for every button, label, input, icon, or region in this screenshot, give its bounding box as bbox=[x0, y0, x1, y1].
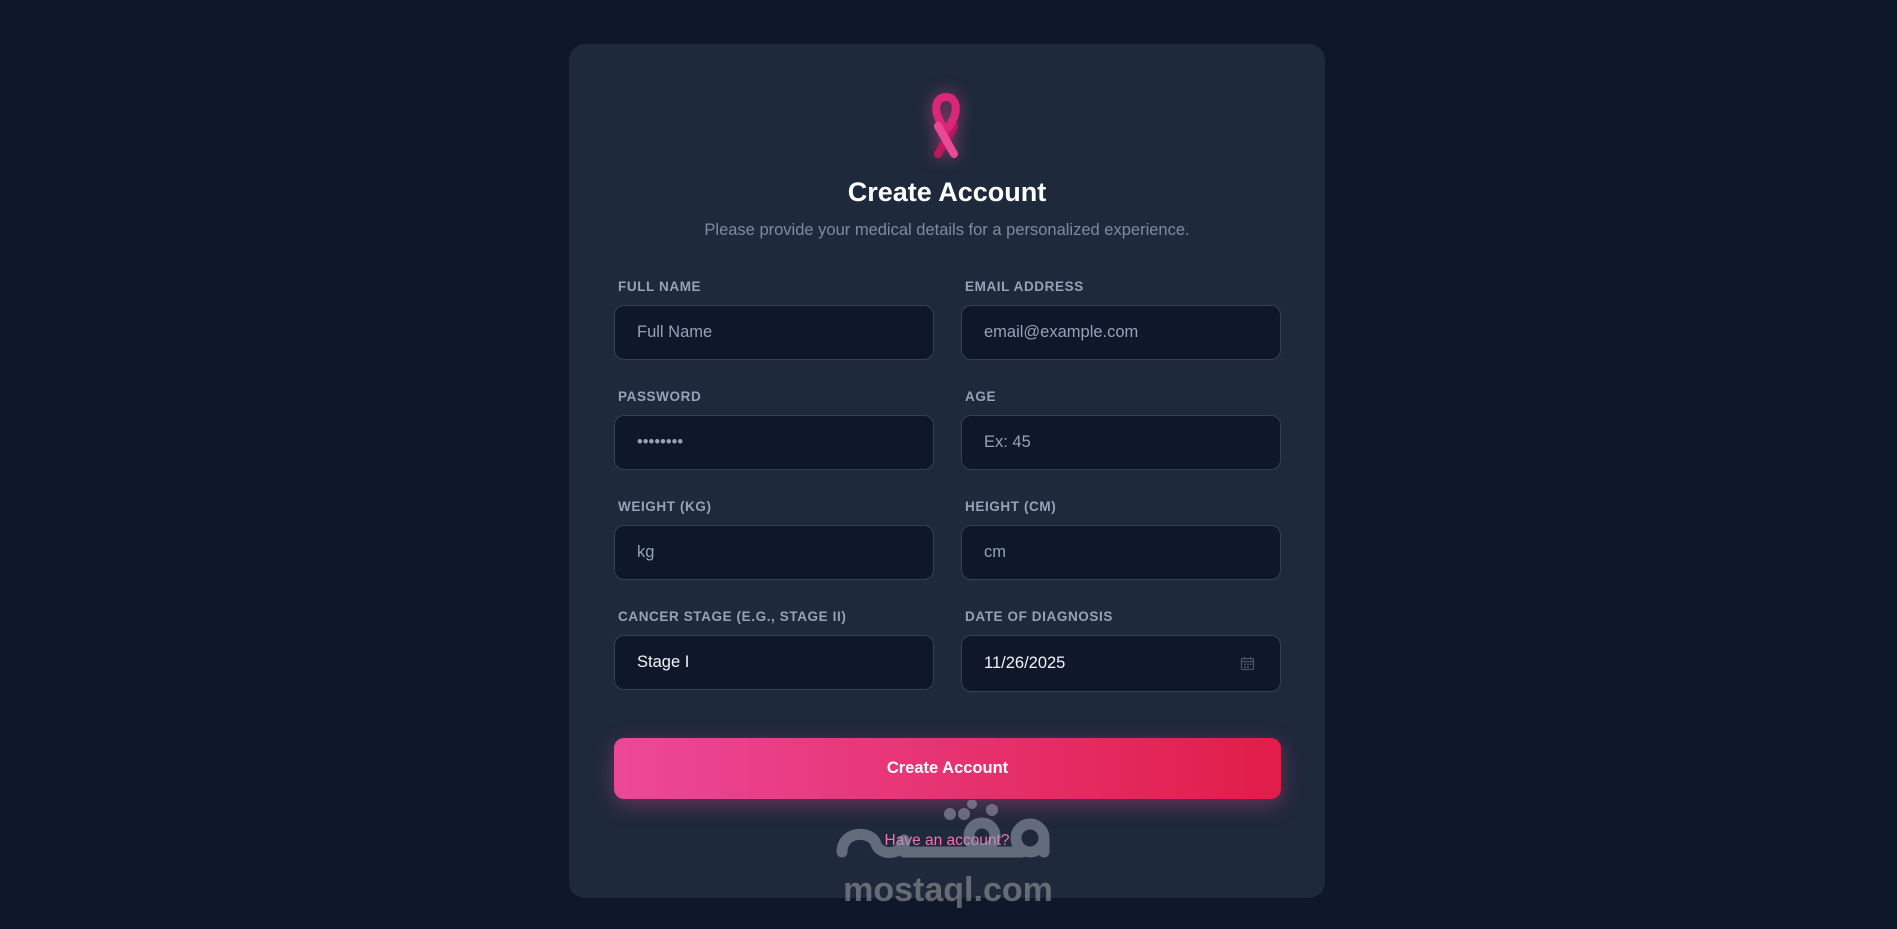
password-input[interactable] bbox=[614, 415, 934, 470]
awareness-ribbon-icon bbox=[932, 92, 960, 158]
cancer-stage-group: CANCER STAGE (E.G., STAGE II) bbox=[614, 608, 934, 690]
cancer-stage-input[interactable] bbox=[614, 635, 934, 690]
page-subtitle: Please provide your medical details for … bbox=[704, 221, 1190, 239]
weight-input[interactable] bbox=[614, 525, 934, 580]
full-name-input[interactable] bbox=[614, 305, 934, 360]
height-input[interactable] bbox=[961, 525, 1281, 580]
email-label: EMAIL ADDRESS bbox=[965, 279, 1084, 294]
weight-label: WEIGHT (KG) bbox=[618, 499, 712, 514]
password-group: PASSWORD bbox=[614, 388, 934, 470]
age-input[interactable] bbox=[961, 415, 1281, 470]
height-group: HEIGHT (CM) bbox=[961, 498, 1281, 580]
calendar-icon[interactable] bbox=[1240, 656, 1255, 671]
signup-card: Create Account Please provide your medic… bbox=[569, 44, 1325, 898]
create-account-button[interactable]: Create Account bbox=[614, 738, 1281, 799]
age-label: AGE bbox=[965, 389, 997, 404]
cancer-stage-label: CANCER STAGE (E.G., STAGE II) bbox=[618, 609, 847, 624]
password-label: PASSWORD bbox=[618, 389, 702, 404]
weight-group: WEIGHT (KG) bbox=[614, 498, 934, 580]
age-group: AGE bbox=[961, 388, 1281, 470]
have-account-link[interactable]: Have an account? bbox=[569, 831, 1325, 851]
diagnosis-date-label: DATE OF DIAGNOSIS bbox=[965, 609, 1113, 624]
page-title: Create Account bbox=[847, 177, 1047, 207]
email-input[interactable] bbox=[961, 305, 1281, 360]
diagnosis-date-wrapper bbox=[961, 635, 1281, 692]
full-name-label: FULL NAME bbox=[618, 279, 702, 294]
diagnosis-date-input[interactable] bbox=[961, 635, 1281, 692]
email-group: EMAIL ADDRESS bbox=[961, 278, 1281, 360]
full-name-group: FULL NAME bbox=[614, 278, 934, 360]
diagnosis-date-group: DATE OF DIAGNOSIS bbox=[961, 608, 1281, 692]
height-label: HEIGHT (CM) bbox=[965, 499, 1057, 514]
